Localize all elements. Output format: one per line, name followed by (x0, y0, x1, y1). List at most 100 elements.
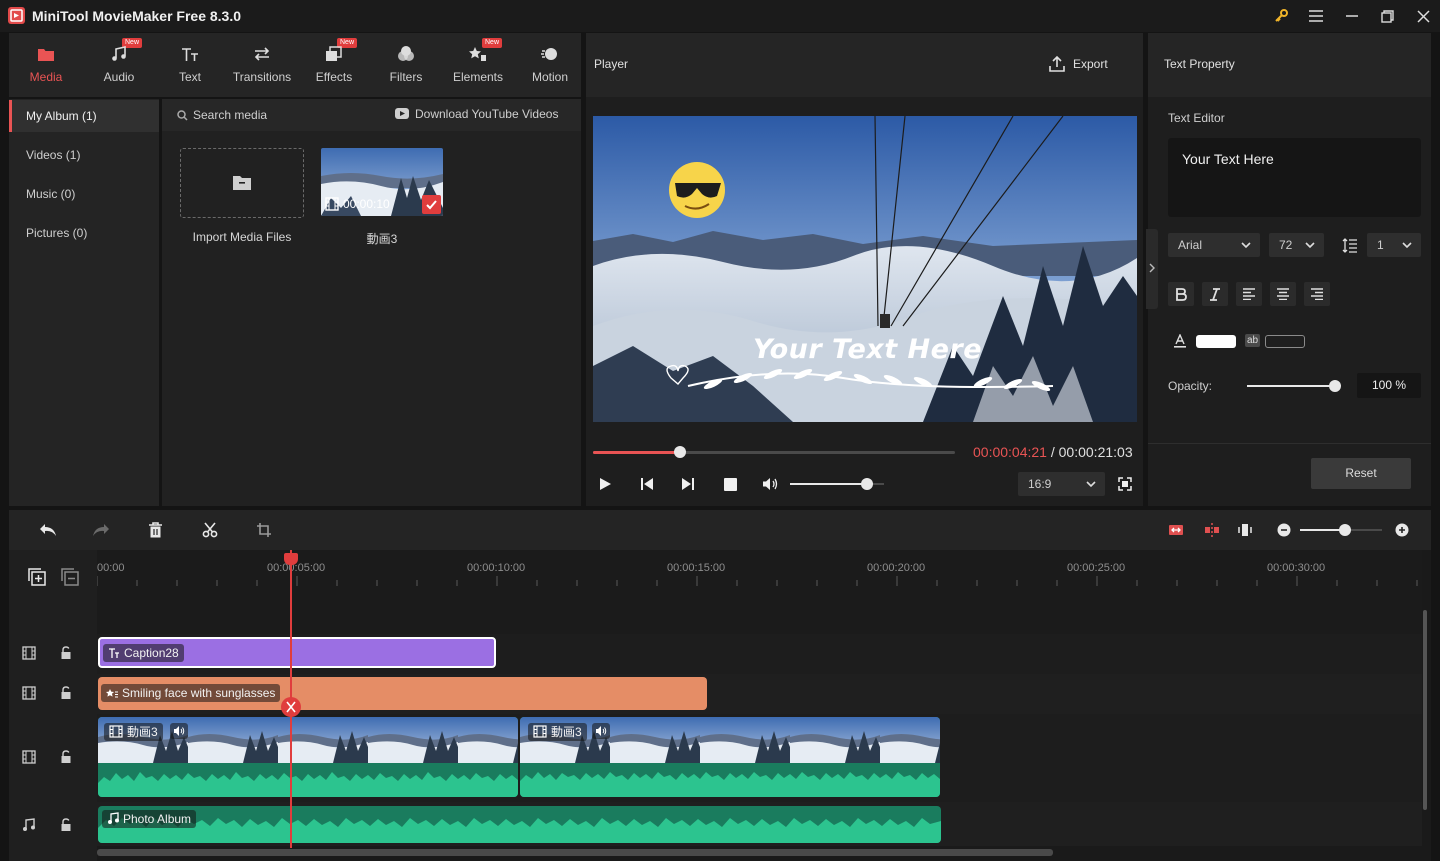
tab-text[interactable]: Text (154, 33, 226, 97)
audio-clip[interactable]: Photo Album (98, 806, 941, 843)
zoom-slider[interactable] (1300, 524, 1382, 536)
remove-track-icon[interactable] (61, 568, 79, 586)
check-icon (422, 195, 441, 214)
align-center-button[interactable] (1270, 282, 1296, 306)
sidebar-item-videos[interactable]: Videos (1) (9, 139, 159, 171)
download-youtube-button[interactable]: Download YouTube Videos (415, 107, 558, 121)
playhead[interactable] (281, 550, 301, 848)
font-family-select[interactable]: Arial (1168, 233, 1260, 257)
maximize-icon[interactable] (1370, 0, 1404, 32)
split-playhead-icon[interactable] (281, 697, 301, 717)
track-lock-icon[interactable] (59, 646, 73, 660)
video-clip-tag: 動画3 (528, 723, 587, 741)
next-frame-icon[interactable] (681, 477, 695, 491)
volume-icon[interactable] (762, 477, 779, 491)
track-lock-icon[interactable] (59, 750, 73, 764)
tab-transitions[interactable]: Transitions (226, 33, 298, 97)
time-display: 00:00:04:21 / 00:00:21:03 (973, 444, 1133, 460)
zoom-handle[interactable] (1339, 524, 1352, 536)
collapse-panel-button[interactable] (1146, 229, 1158, 309)
track-lock-icon[interactable] (59, 818, 73, 832)
ruler-ticks (97, 576, 1418, 586)
import-media-button[interactable] (180, 148, 304, 218)
text-icon (181, 46, 199, 62)
delete-icon[interactable] (148, 522, 163, 538)
progress-handle[interactable] (673, 446, 686, 458)
opacity-input[interactable]: 100 % (1357, 373, 1421, 398)
text-color-swatch[interactable] (1196, 335, 1236, 348)
tab-effects[interactable]: New Effects (298, 33, 370, 97)
redo-icon[interactable] (92, 523, 110, 537)
timeline-horizontal-scrollbar[interactable] (97, 849, 1053, 856)
tab-filters[interactable]: Filters (370, 33, 442, 97)
text-background-swatch[interactable] (1265, 335, 1305, 348)
align-right-button[interactable] (1304, 282, 1330, 306)
sidebar-item-music[interactable]: Music (0) (9, 178, 159, 210)
video-preview[interactable]: Your Text Here (593, 116, 1137, 422)
previous-frame-icon[interactable] (640, 477, 654, 491)
key-icon[interactable] (1264, 0, 1298, 32)
tab-media[interactable]: Media (10, 33, 82, 97)
track-lock-icon[interactable] (59, 686, 73, 700)
fit-timeline-icon[interactable] (1168, 522, 1184, 538)
music-note-icon (111, 46, 127, 62)
element-clip-label: Smiling face with sunglasses (122, 686, 276, 700)
tab-transitions-label: Transitions (232, 70, 292, 84)
tab-audio[interactable]: New Audio (83, 33, 155, 97)
crop-icon[interactable] (256, 522, 272, 538)
export-button[interactable]: Export (1073, 57, 1108, 71)
play-icon[interactable] (598, 477, 612, 491)
opacity-handle[interactable] (1329, 380, 1341, 392)
reset-button[interactable]: Reset (1311, 458, 1411, 489)
line-spacing-select[interactable]: 1 (1367, 233, 1421, 257)
add-track-icon[interactable] (28, 568, 46, 586)
sidebar-item-my-album[interactable]: My Album (1) (9, 100, 159, 132)
transitions-icon (253, 46, 271, 62)
clip-volume-icon[interactable] (170, 723, 188, 739)
progress-track[interactable] (593, 446, 955, 458)
video-clip[interactable]: 動画3 (520, 717, 940, 797)
caption-clip[interactable]: Caption28 (98, 637, 496, 668)
player-header: Player Export (586, 33, 1143, 97)
italic-button[interactable] (1202, 282, 1228, 306)
sidebar-item-pictures[interactable]: Pictures (0) (9, 217, 159, 249)
bold-button[interactable] (1168, 282, 1194, 306)
divider (1148, 443, 1431, 444)
text-color-icon (1174, 334, 1186, 348)
track-film-icon (22, 686, 36, 700)
text-editor-input[interactable]: Your Text Here (1168, 138, 1421, 217)
current-time: 00:00:04:21 (973, 444, 1047, 460)
opacity-slider[interactable] (1247, 380, 1341, 392)
close-icon[interactable] (1406, 0, 1440, 32)
chevron-right-icon (1148, 263, 1156, 273)
tab-audio-label: Audio (103, 70, 135, 84)
zoom-out-icon[interactable] (1277, 523, 1291, 537)
font-size-select[interactable]: 72 (1269, 233, 1324, 257)
split-scissors-icon[interactable] (202, 522, 218, 538)
element-clip[interactable]: Smiling face with sunglasses (98, 677, 707, 710)
stop-icon[interactable] (724, 478, 737, 491)
playhead-handle[interactable] (284, 553, 298, 565)
video-clip[interactable]: 動画3 (98, 717, 518, 797)
audio-track-icon[interactable] (1237, 522, 1253, 538)
align-left-button[interactable] (1236, 282, 1262, 306)
menu-icon[interactable] (1299, 0, 1333, 32)
volume-slider[interactable] (790, 478, 884, 490)
undo-icon[interactable] (39, 523, 57, 537)
zoom-in-icon[interactable] (1395, 523, 1409, 537)
media-library: Search media Download YouTube Videos Imp… (162, 99, 581, 506)
search-input[interactable]: Search media (193, 108, 267, 122)
aspect-ratio-select[interactable]: 16:9 (1018, 472, 1105, 496)
media-thumbnail[interactable]: 00:00:10 (321, 148, 443, 216)
clip-volume-icon[interactable] (592, 723, 610, 739)
volume-handle[interactable] (861, 478, 874, 490)
tab-elements-label: Elements (452, 70, 504, 84)
minimize-icon[interactable] (1335, 0, 1369, 32)
preview-text-overlay[interactable]: Your Text Here (753, 334, 982, 365)
player-panel: Player Export Your Text Here 00:00:04:21… (586, 33, 1143, 506)
tab-motion[interactable]: Motion (514, 33, 586, 97)
timeline-vertical-scrollbar[interactable] (1423, 610, 1427, 810)
fullscreen-icon[interactable] (1118, 477, 1132, 491)
tab-elements[interactable]: New Elements (442, 33, 514, 97)
split-track-icon[interactable] (1204, 522, 1220, 538)
